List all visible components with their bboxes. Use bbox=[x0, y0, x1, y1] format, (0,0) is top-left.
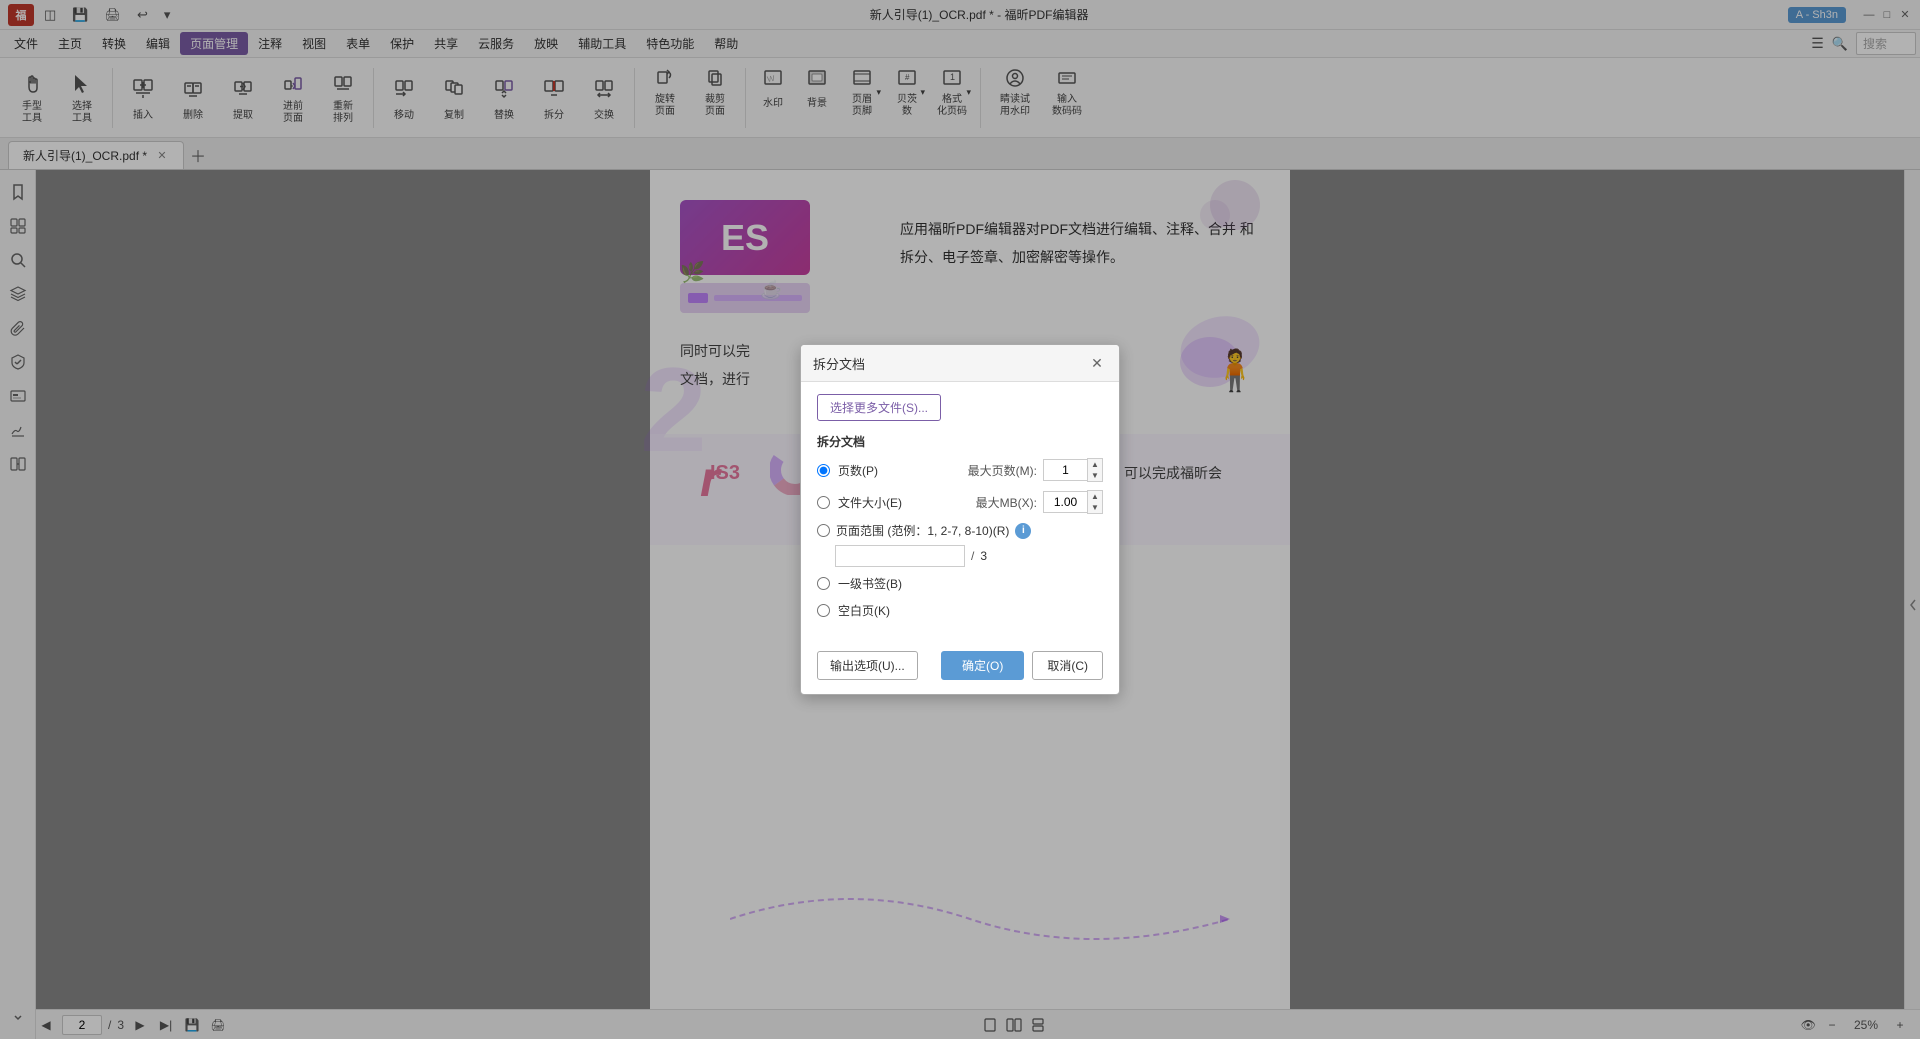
max-mb-down[interactable]: ▼ bbox=[1088, 502, 1102, 513]
dialog-title: 拆分文档 bbox=[813, 354, 865, 373]
radio-blankpage[interactable] bbox=[817, 604, 830, 617]
max-pages-up[interactable]: ▲ bbox=[1088, 459, 1102, 470]
radio-bookmark-row: 一级书签(B) bbox=[817, 575, 1103, 592]
radio-filesize-label[interactable]: 文件大小(E) bbox=[838, 494, 902, 511]
radio-pagerange-label[interactable]: 页面范围 (范例：1, 2-7, 8-10)(R) bbox=[836, 522, 1009, 539]
radio-pages-label[interactable]: 页数(P) bbox=[838, 462, 878, 479]
ok-btn[interactable]: 确定(O) bbox=[941, 651, 1024, 680]
max-mb-label: 最大MB(X): bbox=[976, 494, 1037, 511]
dialog-close-btn[interactable]: ✕ bbox=[1087, 353, 1107, 373]
radio-bookmark[interactable] bbox=[817, 577, 830, 590]
modal-overlay: 拆分文档 ✕ 选择更多文件(S)... 拆分文档 页数(P) bbox=[0, 0, 1920, 1039]
dialog-body: 选择更多文件(S)... 拆分文档 页数(P) 最大页数(M): bbox=[801, 382, 1119, 641]
dialog-footer: 输出选项(U)... 确定(O) 取消(C) bbox=[801, 641, 1119, 694]
radio-pagerange[interactable] bbox=[817, 524, 830, 537]
radio-blankpage-label[interactable]: 空白页(K) bbox=[838, 602, 890, 619]
footer-right: 确定(O) 取消(C) bbox=[941, 651, 1103, 680]
page-slash: / bbox=[971, 549, 974, 563]
output-options-btn[interactable]: 输出选项(U)... bbox=[817, 651, 918, 680]
max-pages-value[interactable] bbox=[1043, 459, 1087, 481]
max-pages-down[interactable]: ▼ bbox=[1088, 470, 1102, 481]
page-range-input[interactable] bbox=[835, 545, 965, 567]
radio-blankpage-row: 空白页(K) bbox=[817, 602, 1103, 619]
split-dialog: 拆分文档 ✕ 选择更多文件(S)... 拆分文档 页数(P) bbox=[800, 344, 1120, 695]
max-mb-input[interactable]: ▲ ▼ bbox=[1043, 490, 1103, 514]
select-files-btn[interactable]: 选择更多文件(S)... bbox=[817, 394, 941, 421]
max-pages-input[interactable]: ▲ ▼ bbox=[1043, 458, 1103, 482]
max-pages-label: 最大页数(M): bbox=[968, 462, 1037, 479]
dialog-title-bar: 拆分文档 ✕ bbox=[801, 345, 1119, 382]
section-label: 拆分文档 bbox=[817, 433, 1103, 450]
info-icon[interactable]: i bbox=[1015, 523, 1031, 539]
max-mb-up[interactable]: ▲ bbox=[1088, 491, 1102, 502]
cancel-btn[interactable]: 取消(C) bbox=[1032, 651, 1103, 680]
radio-filesize[interactable] bbox=[817, 496, 830, 509]
max-mb-value[interactable] bbox=[1043, 491, 1087, 513]
radio-bookmark-label[interactable]: 一级书签(B) bbox=[838, 575, 902, 592]
page-total-display: 3 bbox=[980, 549, 987, 563]
radio-pages[interactable] bbox=[817, 464, 830, 477]
